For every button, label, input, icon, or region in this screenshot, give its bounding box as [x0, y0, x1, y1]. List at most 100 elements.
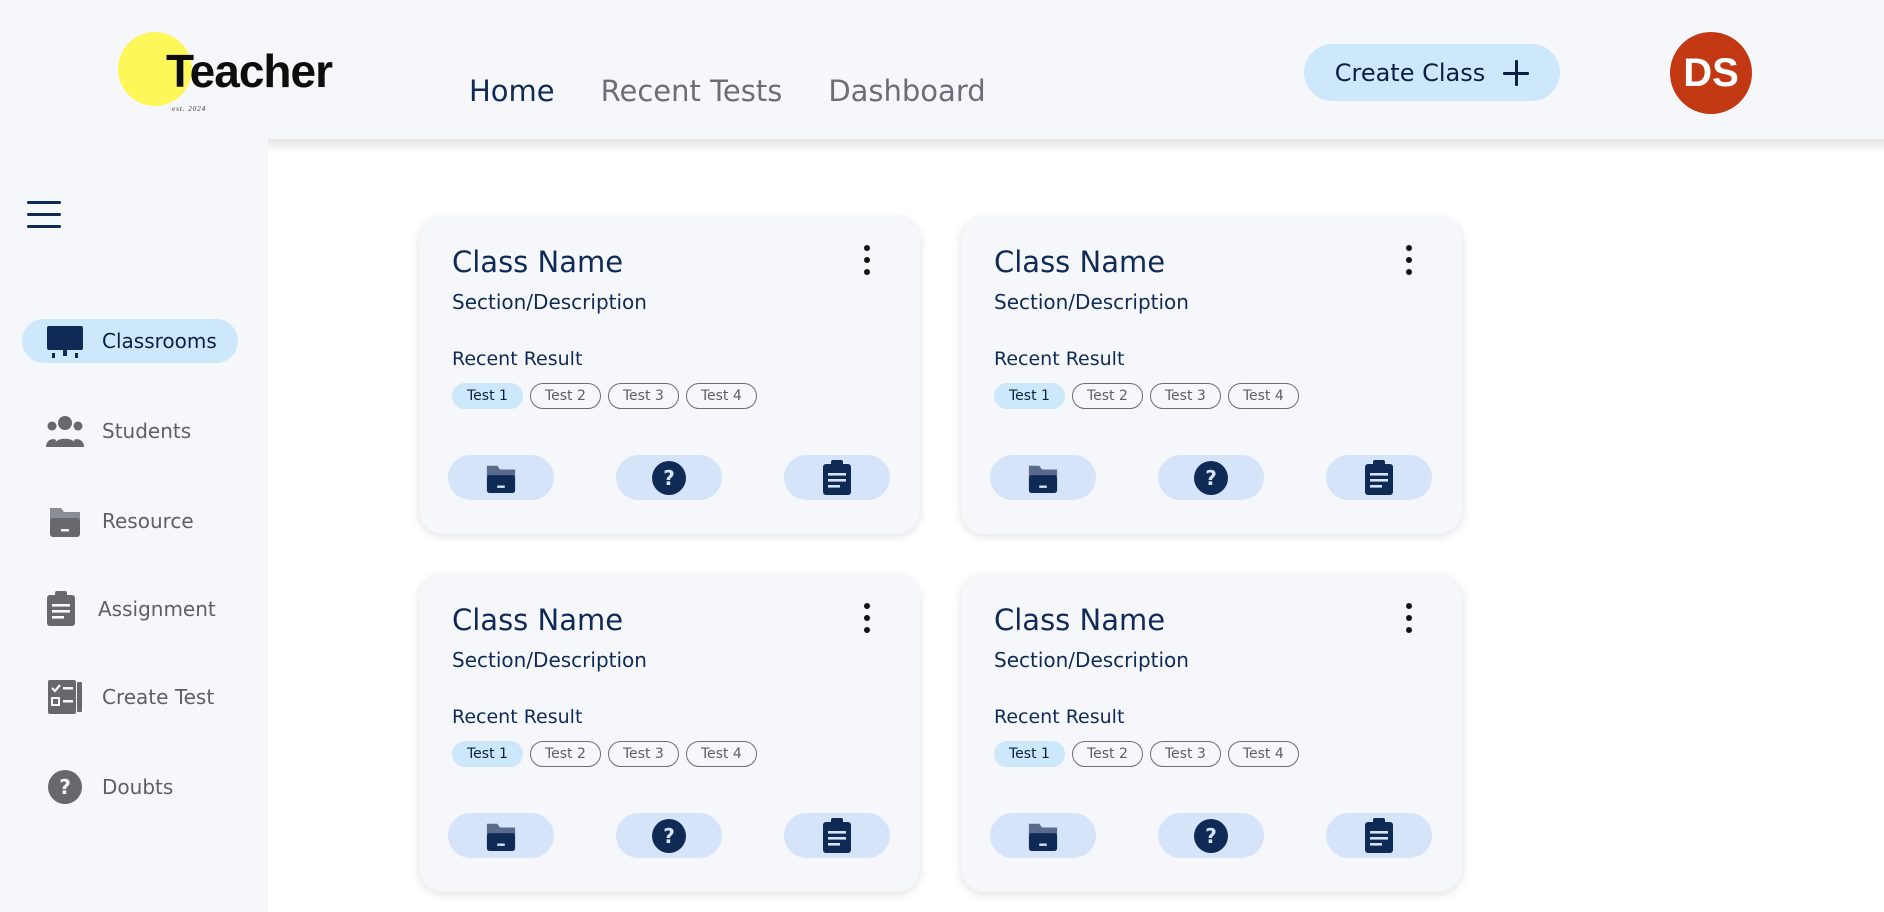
test-chip[interactable]: Test 1: [994, 383, 1065, 409]
class-title: Class Name: [994, 245, 1166, 279]
sidebar-item-resource[interactable]: Resource: [22, 499, 238, 543]
sidebar-item-doubts[interactable]: ? Doubts: [22, 765, 238, 809]
sidebar-item-label: Students: [102, 419, 192, 443]
test-chip[interactable]: Test 1: [994, 741, 1065, 767]
clipboard-icon: [823, 817, 851, 853]
checklist-icon: [46, 678, 84, 716]
sidebar-item-classrooms[interactable]: Classrooms: [22, 319, 238, 363]
class-description: Section/Description: [452, 648, 647, 672]
folder-icon: [46, 502, 84, 540]
nav-home[interactable]: Home: [469, 72, 555, 110]
class-card[interactable]: Class Name Section/Description Recent Re…: [419, 217, 920, 534]
sidebar-item-students[interactable]: Students: [22, 409, 238, 453]
test-chip[interactable]: Test 1: [452, 741, 523, 767]
folder-icon: [1028, 823, 1058, 851]
test-chip[interactable]: Test 4: [685, 383, 757, 409]
logo-tagline: est. 2024: [172, 105, 207, 113]
clipboard-icon: [823, 459, 851, 495]
sidebar-item-create-test[interactable]: Create Test: [22, 675, 238, 719]
plus-icon: [1503, 59, 1530, 86]
resources-button[interactable]: [990, 813, 1096, 858]
question-icon: ?: [652, 818, 686, 853]
test-chip[interactable]: Test 2: [529, 383, 601, 409]
test-chip[interactable]: Test 4: [1227, 741, 1299, 767]
clipboard-icon: [1365, 817, 1393, 853]
assignment-button[interactable]: [784, 813, 890, 858]
assignment-button[interactable]: [784, 455, 890, 500]
sidebar: Classrooms Students Resource Assignment …: [0, 139, 268, 912]
create-class-label: Create Class: [1334, 58, 1486, 87]
card-actions: ?: [448, 813, 890, 858]
more-options-icon[interactable]: [860, 603, 874, 637]
question-icon: ?: [1194, 818, 1228, 853]
test-chip[interactable]: Test 2: [1071, 383, 1143, 409]
class-card[interactable]: Class Name Section/Description Recent Re…: [419, 575, 920, 892]
test-chips: Test 1 Test 2 Test 3 Test 4: [452, 741, 757, 767]
svg-text:?: ?: [1205, 466, 1217, 490]
folder-icon: [1028, 465, 1058, 493]
students-group-icon: [46, 412, 84, 450]
test-chip[interactable]: Test 3: [607, 383, 679, 409]
svg-text:?: ?: [663, 824, 675, 848]
sidebar-item-label: Resource: [102, 509, 194, 533]
card-actions: ?: [990, 455, 1432, 500]
user-avatar[interactable]: DS: [1670, 32, 1752, 114]
test-chips: Test 1 Test 2 Test 3 Test 4: [452, 383, 757, 409]
clipboard-icon: [42, 590, 80, 628]
class-description: Section/Description: [452, 290, 647, 314]
more-options-icon[interactable]: [1402, 245, 1416, 279]
app-logo[interactable]: Teacher est. 2024: [116, 30, 356, 120]
question-icon: ?: [1194, 460, 1228, 495]
more-options-icon[interactable]: [860, 245, 874, 279]
menu-hamburger-icon[interactable]: [27, 201, 61, 231]
svg-text:?: ?: [1205, 824, 1217, 848]
folder-icon: [486, 823, 516, 851]
folder-icon: [486, 465, 516, 493]
svg-text:?: ?: [663, 466, 675, 490]
sidebar-item-label: Create Test: [102, 685, 215, 709]
class-title: Class Name: [994, 603, 1166, 637]
main-nav: Home Recent Tests Dashboard: [469, 72, 986, 110]
card-actions: ?: [448, 455, 890, 500]
test-chip[interactable]: Test 3: [1149, 383, 1221, 409]
test-chip[interactable]: Test 1: [452, 383, 523, 409]
test-chips: Test 1 Test 2 Test 3 Test 4: [994, 741, 1299, 767]
nav-dashboard[interactable]: Dashboard: [828, 72, 985, 110]
test-chip[interactable]: Test 4: [1227, 383, 1299, 409]
test-chip[interactable]: Test 2: [529, 741, 601, 767]
create-class-button[interactable]: Create Class: [1304, 44, 1560, 101]
test-chip[interactable]: Test 2: [1071, 741, 1143, 767]
assignment-button[interactable]: [1326, 813, 1432, 858]
class-card[interactable]: Class Name Section/Description Recent Re…: [961, 217, 1462, 534]
recent-result-label: Recent Result: [994, 348, 1125, 370]
class-description: Section/Description: [994, 648, 1189, 672]
assignment-button[interactable]: [1326, 455, 1432, 500]
test-chips: Test 1 Test 2 Test 3 Test 4: [994, 383, 1299, 409]
classroom-board-icon: [46, 322, 84, 360]
doubts-button[interactable]: ?: [616, 455, 722, 500]
logo-text: Teacher: [166, 45, 333, 97]
header-shadow: [268, 139, 1884, 153]
sidebar-item-assignment[interactable]: Assignment: [22, 587, 238, 631]
doubts-button[interactable]: ?: [1158, 455, 1264, 500]
doubts-button[interactable]: ?: [1158, 813, 1264, 858]
class-title: Class Name: [452, 603, 624, 637]
resources-button[interactable]: [448, 455, 554, 500]
resources-button[interactable]: [990, 455, 1096, 500]
class-description: Section/Description: [994, 290, 1189, 314]
class-card[interactable]: Class Name Section/Description Recent Re…: [961, 575, 1462, 892]
recent-result-label: Recent Result: [452, 348, 583, 370]
more-options-icon[interactable]: [1402, 603, 1416, 637]
doubts-button[interactable]: ?: [616, 813, 722, 858]
test-chip[interactable]: Test 4: [685, 741, 757, 767]
test-chip[interactable]: Test 3: [1149, 741, 1221, 767]
sidebar-item-label: Assignment: [98, 597, 216, 621]
test-chip[interactable]: Test 3: [607, 741, 679, 767]
recent-result-label: Recent Result: [994, 706, 1125, 728]
class-title: Class Name: [452, 245, 624, 279]
top-header: Teacher est. 2024 Home Recent Tests Dash…: [0, 0, 1884, 139]
resources-button[interactable]: [448, 813, 554, 858]
nav-recent-tests[interactable]: Recent Tests: [601, 72, 783, 110]
card-actions: ?: [990, 813, 1432, 858]
question-icon: ?: [652, 460, 686, 495]
